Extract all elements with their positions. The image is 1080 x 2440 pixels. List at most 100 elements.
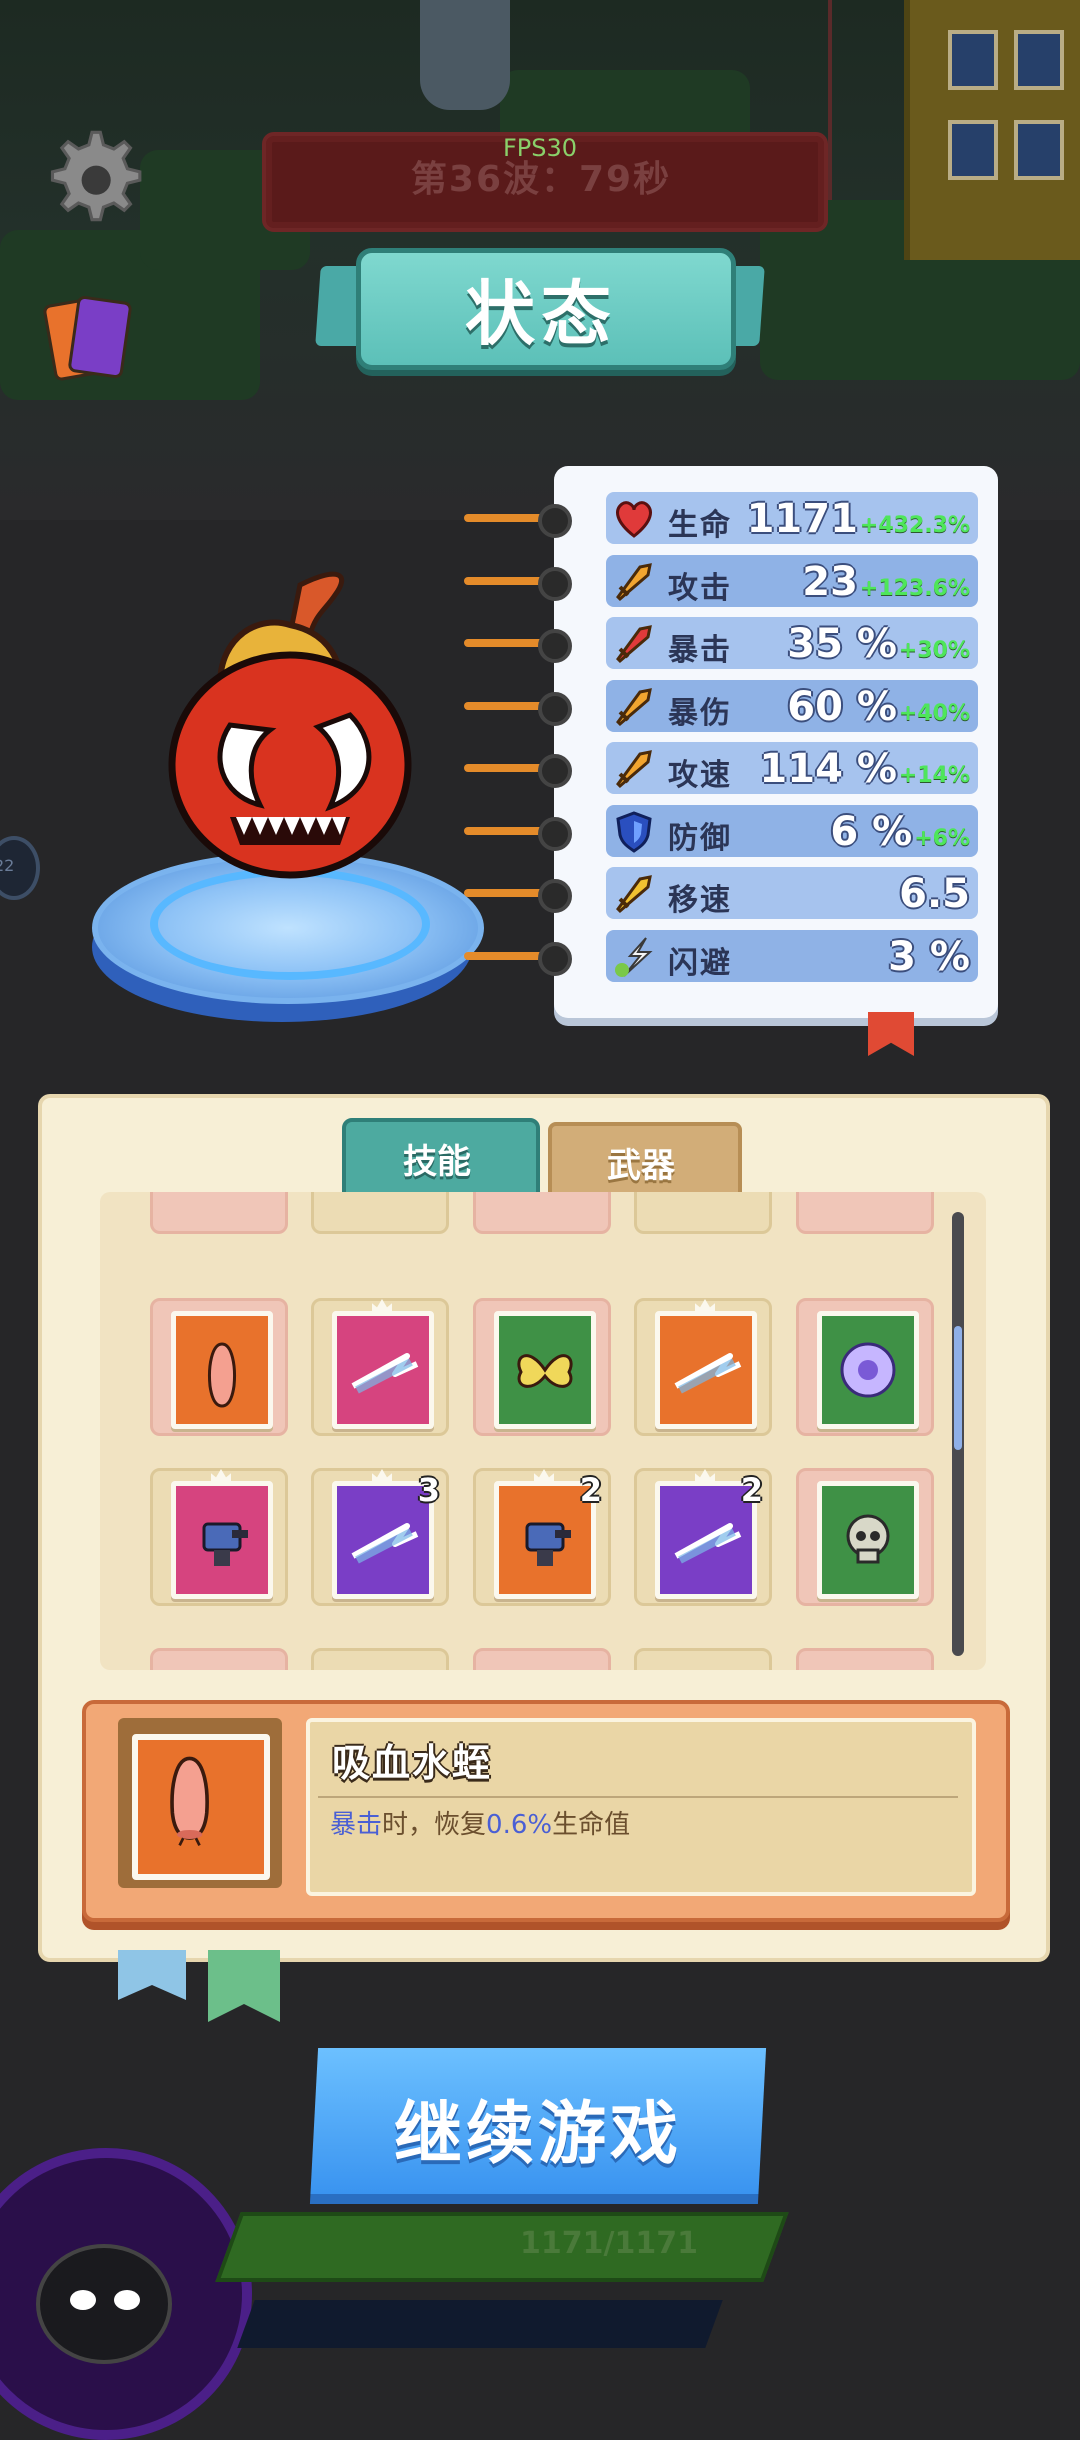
tab-skills-label[interactable]: 技能	[342, 1134, 532, 1183]
stat-value: 35 %+30%	[787, 621, 970, 667]
stat-string	[464, 764, 544, 772]
stat-value: 114 %+14%	[759, 746, 970, 792]
skill-card-slot[interactable]	[311, 1298, 449, 1436]
stats-panel: 生命 1171+432.3% 攻击 23+123.6% 暴击 35 %+30% 暴伤 60 %…	[464, 466, 998, 1018]
skill-card-slot[interactable]: 3	[311, 1468, 449, 1606]
detail-card-leech-icon	[132, 1734, 270, 1880]
crown-icon	[372, 1299, 392, 1313]
skill-description: 暴击时，恢复0.6%生命值	[330, 1804, 630, 1841]
stat-bonus: +123.6%	[859, 575, 970, 601]
stat-row: 暴击 35 %+30%	[606, 617, 978, 669]
skill-card-slot[interactable]	[473, 1192, 611, 1234]
skill-card-slot[interactable]	[150, 1468, 288, 1606]
skill-description-value: 0.6%	[486, 1810, 553, 1840]
crown-icon	[211, 1469, 231, 1483]
stat-value: 60 %+40%	[787, 683, 970, 730]
stat-row: 生命 1171+432.3%	[606, 492, 978, 544]
stat-string	[464, 576, 544, 585]
card-deck-icon[interactable]	[40, 290, 140, 386]
stat-pin	[538, 754, 572, 788]
critical-damage-icon	[610, 682, 658, 730]
avatar-eye-icon	[114, 2290, 140, 2310]
vortex-orb-icon[interactable]	[817, 1311, 919, 1429]
stat-string	[464, 889, 544, 897]
crown-icon	[372, 1469, 392, 1483]
wave-timer-text: 第36波：79秒	[410, 159, 672, 200]
stat-name: 生命	[668, 508, 732, 543]
skill-card-slot[interactable]	[150, 1192, 288, 1234]
settings-gear-icon[interactable]	[40, 124, 144, 228]
stat-value: 23+123.6%	[802, 558, 970, 605]
card-level-badge: 2	[740, 1471, 763, 1509]
skill-card-slot[interactable]	[473, 1298, 611, 1436]
panel-ribbon-blue	[118, 1950, 186, 2000]
background-line	[828, 0, 832, 200]
health-text: 1171/1171	[520, 2226, 698, 2261]
stat-name: 暴击	[668, 633, 732, 668]
panel-ribbon-green	[208, 1950, 280, 2022]
move-speed-icon	[610, 869, 658, 917]
skill-card-slot[interactable]	[796, 1648, 934, 1670]
skill-card-slot[interactable]	[634, 1192, 772, 1234]
stat-name: 攻击	[668, 570, 732, 606]
skill-card-slot[interactable]: 2	[473, 1468, 611, 1606]
skill-card-slot[interactable]	[311, 1192, 449, 1234]
skill-card-slot[interactable]	[473, 1648, 611, 1670]
skill-card-grid[interactable]: 3 2 2	[100, 1192, 986, 1670]
card-level-badge: 2	[579, 1471, 602, 1509]
stat-name: 防御	[668, 820, 732, 856]
skill-card-slot[interactable]: 2	[634, 1468, 772, 1606]
skill-description-keyword: 暴击	[330, 1810, 383, 1840]
health-bar	[215, 2212, 789, 2282]
skill-card-slot[interactable]	[150, 1648, 288, 1670]
lightning-blade-iii-icon[interactable]	[655, 1311, 757, 1429]
stat-string	[464, 826, 544, 835]
continue-game-label[interactable]: 继续游戏	[314, 2078, 762, 2177]
critical-icon	[610, 619, 658, 667]
stat-pin	[538, 566, 572, 601]
stat-row: 暴伤 60 %+40%	[606, 679, 978, 732]
stat-bonus: +6%	[914, 825, 970, 851]
stat-bonus: +14%	[898, 763, 970, 788]
skill-card-slot[interactable]	[796, 1468, 934, 1606]
skull-icon[interactable]	[817, 1481, 919, 1599]
stat-value: 3 %	[888, 933, 970, 980]
side-level-badge-text: 22	[0, 856, 15, 875]
avatar-eye-icon	[70, 2290, 96, 2310]
skill-card-slot[interactable]	[634, 1648, 772, 1670]
stat-value: 1171+432.3%	[746, 496, 970, 542]
stat-value: 6 %+6%	[830, 808, 970, 855]
leech-icon[interactable]	[171, 1311, 273, 1429]
stat-string	[464, 514, 544, 522]
stat-name: 暴伤	[668, 695, 732, 731]
stat-string	[464, 639, 544, 647]
stat-pin	[538, 629, 572, 663]
stat-bonus: +40%	[898, 700, 970, 726]
turret-icon[interactable]	[171, 1481, 273, 1599]
butterfly-icon[interactable]	[494, 1311, 596, 1429]
stat-name: 攻速	[668, 758, 732, 793]
skill-card-slot[interactable]	[634, 1298, 772, 1436]
skill-card-slot[interactable]	[796, 1298, 934, 1436]
skill-card-slot[interactable]	[311, 1648, 449, 1670]
skill-card-slot[interactable]	[796, 1192, 934, 1234]
stat-row: 攻击 23+123.6%	[606, 554, 978, 607]
stat-name: 移速	[668, 883, 732, 918]
background-statue	[420, 0, 510, 110]
hero-character	[150, 555, 420, 885]
stat-pin	[538, 941, 572, 976]
sword-icon	[610, 557, 658, 605]
tab-weapons-label[interactable]: 武器	[548, 1138, 734, 1187]
dodge-icon	[610, 932, 658, 980]
skill-description-text: 时，恢复	[382, 1810, 487, 1840]
stat-pin	[538, 879, 572, 913]
lightning-blade-icon[interactable]	[332, 1311, 434, 1429]
stat-row: 防御 6 %+6%	[606, 804, 978, 857]
skill-card-slot[interactable]	[150, 1298, 288, 1436]
stat-string	[464, 951, 544, 960]
grid-scrollbar-thumb[interactable]	[954, 1326, 962, 1450]
stat-row: 攻速 114 %+14%	[606, 742, 978, 794]
skill-description-text-end: 生命值	[552, 1810, 631, 1840]
crown-icon	[534, 1469, 554, 1483]
stat-row: 闪避 3 %	[606, 929, 978, 982]
